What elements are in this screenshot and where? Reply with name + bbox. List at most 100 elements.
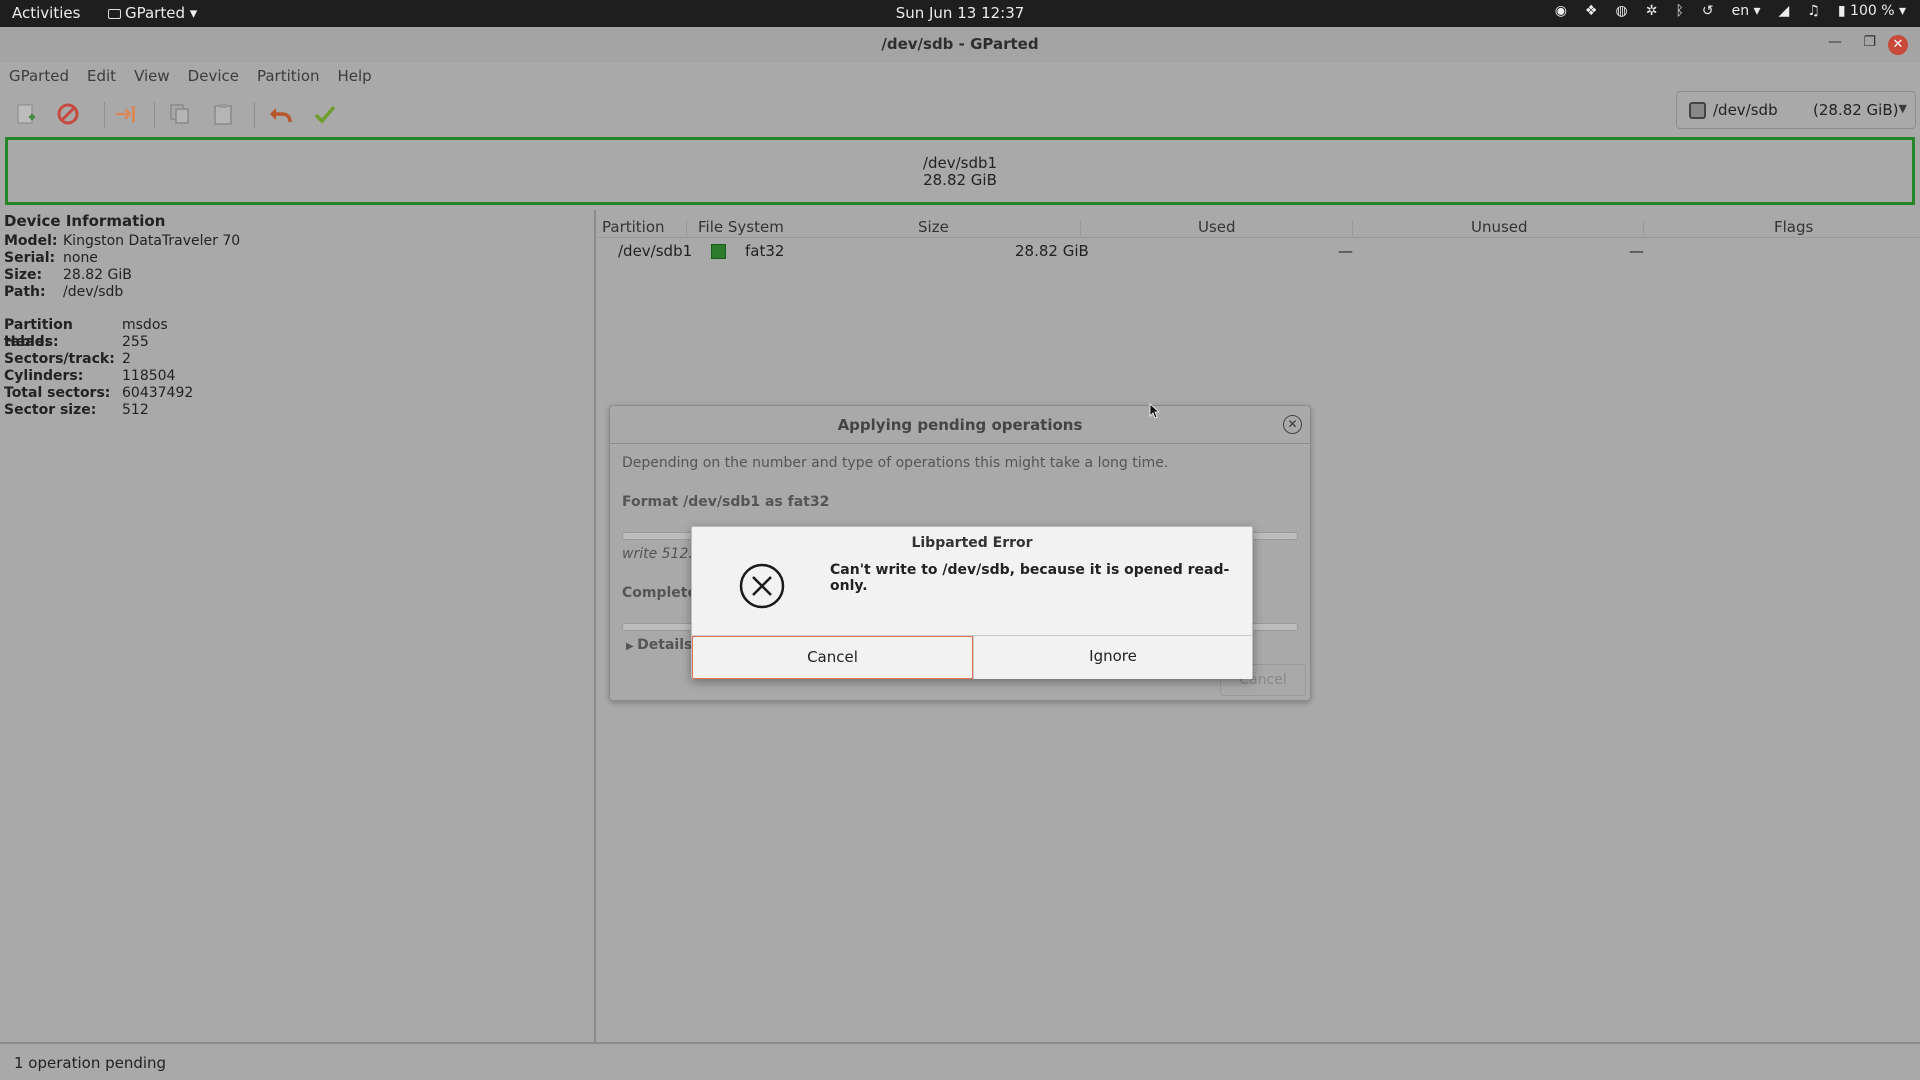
- battery-percent: 100 % ▾: [1850, 3, 1906, 19]
- error-cancel-button[interactable]: Cancel: [692, 636, 973, 679]
- menu-device[interactable]: Device: [188, 63, 239, 90]
- globe-icon[interactable]: ◍: [1615, 3, 1627, 19]
- info-row: Heads: 255: [4, 334, 590, 351]
- restore-icon[interactable]: ❐: [1863, 34, 1876, 50]
- paste-icon[interactable]: [209, 100, 237, 128]
- cell-unused: —: [1629, 242, 1644, 260]
- menu-bar: GParted Edit View Device Partition Help: [0, 63, 1920, 90]
- info-key: Heads:: [4, 334, 59, 350]
- apply-icon[interactable]: [311, 100, 339, 128]
- info-value: Kingston DataTraveler 70: [63, 233, 241, 249]
- new-partition-icon[interactable]: [12, 100, 40, 128]
- wifi-icon[interactable]: ◢: [1779, 3, 1790, 19]
- device-selector[interactable]: /dev/sdb (28.82 GiB) ▼: [1676, 91, 1916, 129]
- menu-edit[interactable]: Edit: [87, 63, 116, 90]
- column-header-used[interactable]: Used: [1198, 218, 1236, 236]
- device-info-panel: Device Information Model: Kingston DataTr…: [0, 210, 596, 1042]
- undo-icon[interactable]: [267, 100, 295, 128]
- menu-help[interactable]: Help: [338, 63, 372, 90]
- status-text: 1 operation pending: [14, 1054, 167, 1072]
- menu-gparted[interactable]: GParted: [9, 63, 69, 90]
- partition-map[interactable]: /dev/sdb1 28.82 GiB: [5, 137, 1915, 205]
- info-key: Cylinders:: [4, 368, 84, 384]
- device-info-heading: Device Information: [4, 212, 166, 230]
- cell-size: 28.82 GiB: [1015, 242, 1089, 260]
- details-expander[interactable]: ▶ Details: [626, 637, 692, 653]
- libparted-error-dialog: Libparted Error Can't write to /dev/sdb,…: [691, 526, 1253, 679]
- resize-move-icon[interactable]: [112, 100, 140, 128]
- info-key: Partition table:: [4, 317, 73, 350]
- toolbar: [0, 90, 1920, 139]
- language-indicator[interactable]: en ▾: [1732, 3, 1761, 19]
- column-header-unused[interactable]: Unused: [1471, 218, 1528, 236]
- error-title: Libparted Error: [911, 535, 1033, 551]
- window-titlebar[interactable]: /dev/sdb - GParted — ❐ ✕: [0, 27, 1920, 63]
- info-key: Sector size:: [4, 402, 97, 418]
- menu-partition[interactable]: Partition: [257, 63, 320, 90]
- info-key: Size:: [4, 267, 43, 283]
- info-value: 28.82 GiB: [63, 267, 132, 283]
- error-message: Can't write to /dev/sdb, because it is o…: [830, 562, 1230, 594]
- app-menu-label: GParted ▾: [125, 4, 198, 22]
- record-icon[interactable]: ◉: [1555, 3, 1567, 19]
- column-header-size[interactable]: Size: [918, 218, 949, 236]
- info-value: 255: [122, 334, 149, 350]
- table-row[interactable]: /dev/sdb1 fat32 28.82 GiB — —: [598, 238, 1920, 262]
- details-label: Details: [637, 637, 693, 653]
- dialog-description: Depending on the number and type of oper…: [622, 455, 1169, 471]
- window-close-icon[interactable]: ✕: [1888, 35, 1908, 55]
- dropbox-icon[interactable]: ❖: [1585, 3, 1598, 19]
- info-value: none: [63, 250, 98, 266]
- system-tray: ◉ ❖ ◍ ✲ ᛒ ↺ en ▾ ◢ ♫ ▮ 100 % ▾: [1555, 3, 1906, 19]
- filesystem-color-swatch: [711, 244, 726, 259]
- error-ignore-button[interactable]: Ignore: [973, 636, 1252, 679]
- column-header-partition[interactable]: Partition: [602, 218, 665, 236]
- info-row: Size: 28.82 GiB: [4, 267, 590, 284]
- minimize-icon[interactable]: —: [1828, 34, 1842, 50]
- dialog-separator: [610, 443, 1310, 444]
- info-row: Serial: none: [4, 250, 590, 267]
- puzzle-icon[interactable]: ✲: [1646, 3, 1658, 19]
- error-icon: [739, 563, 785, 609]
- info-key: Path:: [4, 284, 46, 300]
- info-row: Sector size: 512: [4, 402, 590, 419]
- delete-partition-icon[interactable]: [54, 100, 82, 128]
- copy-icon[interactable]: [166, 100, 194, 128]
- activities-button[interactable]: Activities: [12, 4, 80, 22]
- info-value: msdos: [122, 317, 168, 333]
- column-header-filesystem[interactable]: File System: [698, 218, 784, 236]
- bluetooth-icon[interactable]: ᛒ: [1675, 3, 1683, 19]
- info-row: Sectors/track: 2: [4, 351, 590, 368]
- top-bar: Activities GParted ▾ Sun Jun 13 12:37 ◉ …: [0, 0, 1920, 27]
- partition-map-name: /dev/sdb1: [922, 154, 998, 172]
- status-bar: 1 operation pending: [0, 1042, 1920, 1080]
- app-icon: [108, 9, 121, 19]
- table-header: Partition File System Size Used Unused F…: [598, 216, 1920, 238]
- column-separator: [1080, 220, 1081, 236]
- clock[interactable]: Sun Jun 13 12:37: [896, 4, 1025, 22]
- cell-partition: /dev/sdb1: [618, 242, 693, 260]
- partition-map-size: 28.82 GiB: [923, 171, 997, 189]
- toolbar-separator: [154, 102, 155, 128]
- cell-used: —: [1338, 242, 1353, 260]
- info-row: Model: Kingston DataTraveler 70: [4, 233, 590, 250]
- info-row: Cylinders: 118504: [4, 368, 590, 385]
- app-menu-button[interactable]: GParted ▾: [108, 4, 197, 22]
- column-header-flags[interactable]: Flags: [1774, 218, 1813, 236]
- battery-indicator[interactable]: ▮ 100 % ▾: [1838, 3, 1906, 19]
- info-value: 2: [122, 351, 131, 367]
- menu-view[interactable]: View: [134, 63, 170, 90]
- volume-icon[interactable]: ♫: [1807, 3, 1820, 19]
- write-status: write 512.0: [622, 546, 702, 562]
- dialog-title: Applying pending operations: [837, 416, 1083, 434]
- completed-label: Complete: [622, 585, 697, 601]
- info-key: Total sectors:: [4, 385, 111, 401]
- info-row: Path: /dev/sdb: [4, 284, 590, 301]
- info-row: Total sectors: 60437492: [4, 385, 590, 402]
- window-title: /dev/sdb - GParted: [881, 35, 1039, 53]
- info-value: 118504: [122, 368, 176, 384]
- chevron-down-icon: ▼: [1898, 102, 1907, 115]
- update-icon[interactable]: ↺: [1702, 3, 1714, 19]
- close-icon[interactable]: ✕: [1283, 415, 1302, 434]
